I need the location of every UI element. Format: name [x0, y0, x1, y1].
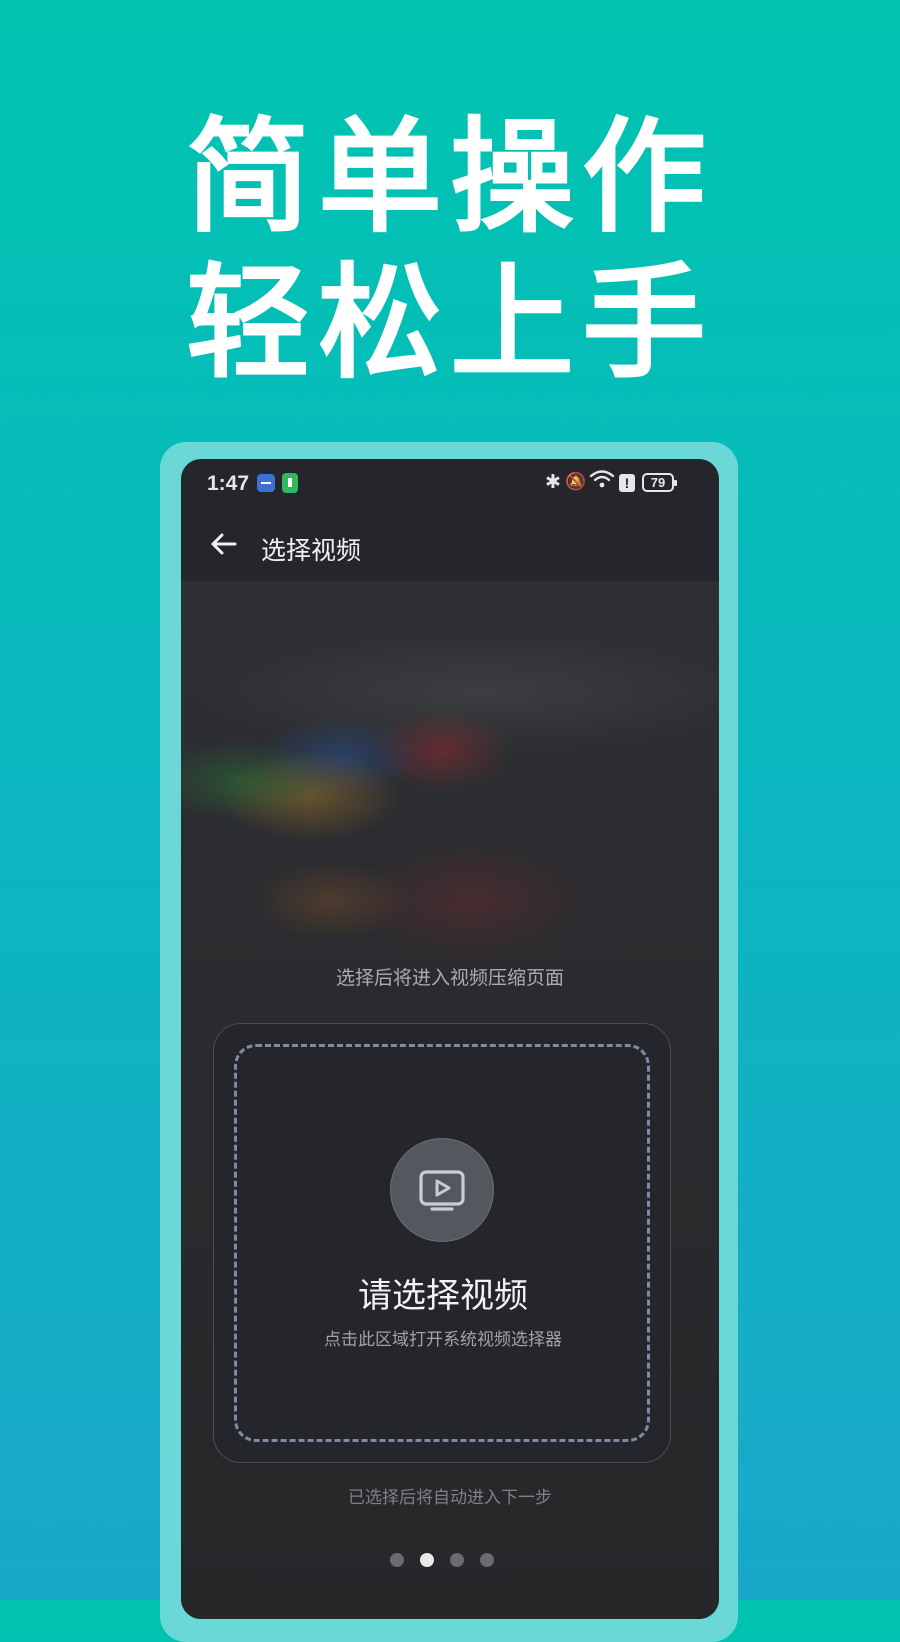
pagination-dot[interactable]	[390, 1553, 404, 1567]
picker-subtitle: 点击此区域打开系统视频选择器	[324, 1330, 562, 1350]
pagination-dots	[390, 1553, 510, 1569]
video-play-icon	[419, 1170, 465, 1211]
battery-icon: 79	[642, 473, 677, 492]
pagination-dot[interactable]	[480, 1553, 494, 1567]
alert-icon: !	[619, 474, 635, 492]
usb-icon	[257, 474, 275, 492]
content-area: 选择后将进入视频压缩页面 请选择视频 点击此区域打开系统视频选择器 已选择后将自…	[181, 581, 719, 1619]
hint-text-bottom: 已选择后将自动进入下一步	[348, 1488, 552, 1508]
app-bar: 选择视频	[181, 509, 719, 581]
hint-text-top: 选择后将进入视频压缩页面	[335, 967, 564, 989]
pagination-dot-active[interactable]	[420, 1553, 434, 1567]
wifi-icon	[589, 470, 615, 488]
mute-icon: 🔕	[565, 472, 587, 491]
dashed-drop-zone[interactable]	[234, 1044, 650, 1442]
pagination-dot[interactable]	[450, 1553, 464, 1567]
bluetooth-icon: ✱	[545, 472, 561, 493]
video-icon-button[interactable]	[390, 1138, 494, 1242]
video-picker-area[interactable]: 请选择视频 点击此区域打开系统视频选择器	[213, 1023, 671, 1463]
headline-line-2: 轻松上手	[185, 252, 714, 396]
page-title: 选择视频	[261, 537, 362, 565]
status-time: 1:47	[207, 472, 250, 495]
arrow-left-icon[interactable]	[207, 527, 241, 561]
status-bar: 1:47 ✱ 🔕 ! 79	[181, 459, 719, 509]
battery-saver-icon	[282, 473, 298, 493]
phone-screen: 1:47 ✱ 🔕 ! 79 选择视频 选择后将进入视频压缩页面 请选择视频 点击…	[181, 459, 719, 1619]
headline-line-1: 简单操作	[185, 106, 714, 250]
picker-title: 请选择视频	[358, 1276, 528, 1316]
